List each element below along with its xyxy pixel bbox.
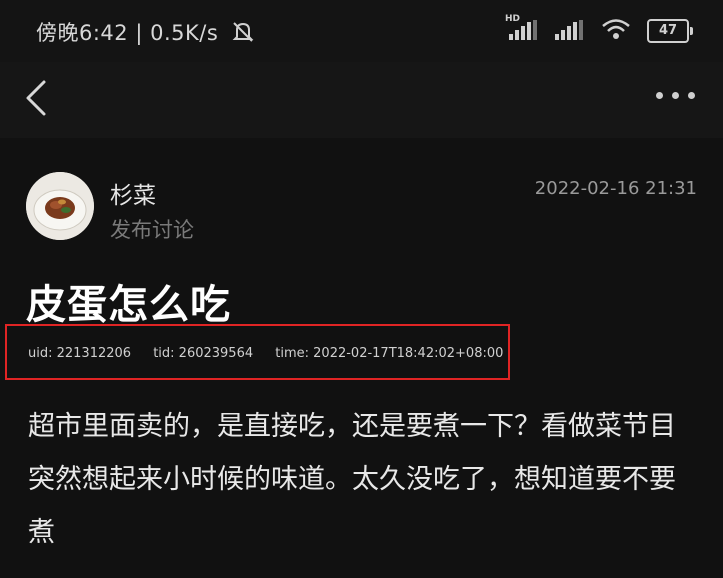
signal-icon: HD (505, 14, 539, 42)
post-meta: uid: 221312206 tid: 260239564 time: 2022… (28, 346, 521, 361)
more-dot (688, 92, 695, 99)
post-body: 超市里面卖的，是直接吃，还是要煮一下？看做菜节目突然想起来小时候的味道。太久没吃… (28, 411, 676, 548)
meta-tid: tid: 260239564 (153, 346, 254, 361)
post-title: 皮蛋怎么吃 (26, 282, 231, 328)
meta-time: time: 2022-02-17T18:42:02+08:00 (275, 346, 504, 361)
network-type-label: HD (505, 14, 521, 24)
status-time-speed-group: 傍晚6:42 | 0.5K/s (36, 17, 255, 48)
status-bar: 傍晚6:42 | 0.5K/s HD 47 (0, 0, 723, 62)
more-icon[interactable] (656, 92, 695, 99)
battery-level: 47 (658, 23, 678, 38)
avatar[interactable] (26, 172, 94, 240)
author-name[interactable]: 杉菜 (110, 176, 156, 210)
meta-uid: uid: 221312206 (28, 346, 132, 361)
battery-icon: 47 (647, 19, 693, 43)
more-dot (656, 92, 663, 99)
status-icons: HD 47 (505, 14, 693, 45)
more-dot (672, 92, 679, 99)
post-content: 杉菜 发布讨论 2022-02-16 21:31 皮蛋怎么吃 uid: 2213… (0, 138, 723, 578)
top-navigation-bar (0, 62, 723, 138)
wifi-icon (601, 18, 631, 44)
post-type-label: 发布讨论 (110, 218, 194, 242)
status-time-speed: 傍晚6:42 | 0.5K/s (36, 21, 219, 45)
mute-icon (231, 21, 255, 48)
back-icon[interactable] (20, 76, 60, 120)
post-date: 2022-02-16 21:31 (534, 178, 697, 199)
signal-icon (555, 20, 585, 42)
